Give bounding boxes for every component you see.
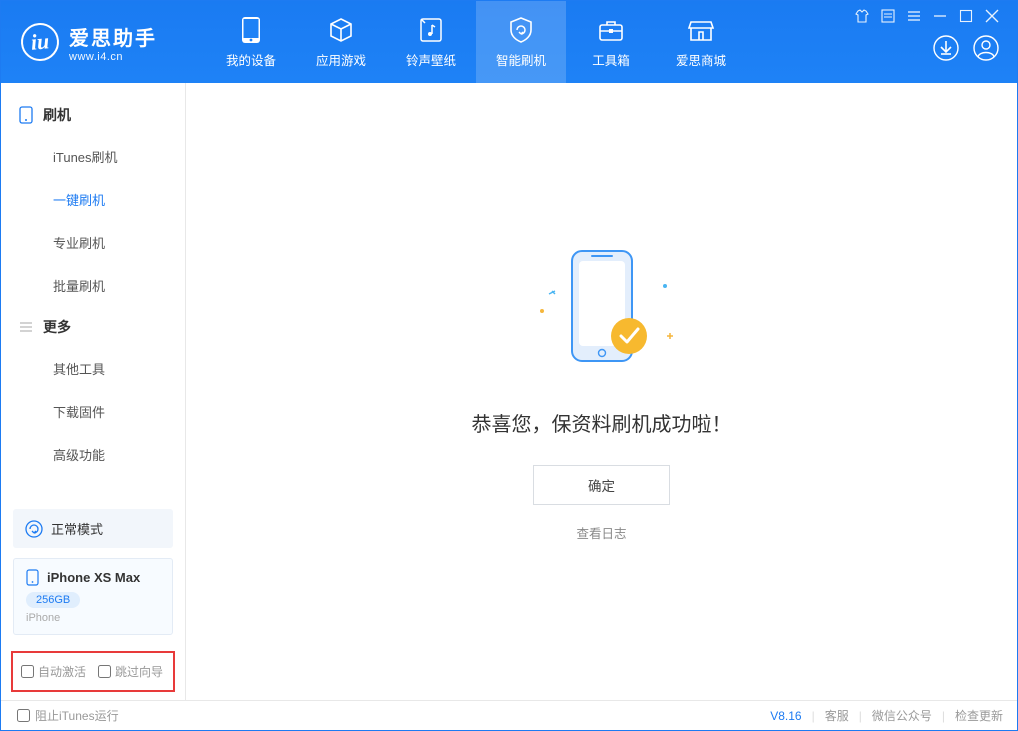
window-controls [855, 9, 999, 23]
nav-label: 爱思商城 [676, 50, 726, 69]
sidebar-item-batch-flash[interactable]: 批量刷机 [1, 264, 185, 307]
app-title: 爱思助手 [69, 22, 157, 51]
success-message: 恭喜您，保资料刷机成功啦！ [472, 408, 732, 437]
store-icon [687, 16, 715, 44]
options-row: 自动激活 跳过向导 [11, 651, 175, 692]
device-capacity: 256GB [26, 592, 80, 608]
user-icon[interactable] [973, 35, 999, 61]
minimize-icon[interactable] [933, 9, 947, 23]
sidebar-item-oneclick-flash[interactable]: 一键刷机 [1, 178, 185, 221]
sidebar-item-advanced[interactable]: 高级功能 [1, 433, 185, 476]
footer-kefu[interactable]: 客服 [825, 707, 849, 724]
auto-activate-checkbox[interactable]: 自动激活 [21, 663, 86, 680]
app-logo-icon: iu [19, 21, 60, 62]
list-lines-icon [19, 320, 33, 334]
list-icon[interactable] [881, 9, 895, 23]
sidebar-item-pro-flash[interactable]: 专业刷机 [1, 221, 185, 264]
ok-button[interactable]: 确定 [533, 465, 670, 505]
app-header: iu 爱思助手 www.i4.cn 我的设备 应用游戏 铃声壁纸 智能刷机 [1, 1, 1017, 83]
nav-apps-games[interactable]: 应用游戏 [296, 1, 386, 83]
mode-label: 正常模式 [51, 519, 103, 538]
nav-smart-flash[interactable]: 智能刷机 [476, 1, 566, 83]
skip-wizard-checkbox[interactable]: 跳过向导 [98, 663, 163, 680]
block-itunes-checkbox[interactable]: 阻止iTunes运行 [17, 707, 119, 724]
toolbox-icon [597, 16, 625, 44]
footer-wechat[interactable]: 微信公众号 [872, 707, 932, 724]
nav-my-device[interactable]: 我的设备 [206, 1, 296, 83]
phone-small-icon [26, 569, 39, 586]
sidebar-item-download-firmware[interactable]: 下载固件 [1, 390, 185, 433]
app-subtitle: www.i4.cn [69, 51, 157, 63]
main-content: 恭喜您，保资料刷机成功啦！ 确定 查看日志 [186, 83, 1017, 700]
nav-label: 工具箱 [592, 50, 630, 69]
nav-label: 铃声壁纸 [406, 50, 456, 69]
logo-block: iu 爱思助手 www.i4.cn [21, 22, 191, 63]
mode-indicator[interactable]: 正常模式 [13, 509, 173, 548]
cube-icon [327, 16, 355, 44]
footer-check-update[interactable]: 检查更新 [955, 707, 1003, 724]
download-icon[interactable] [933, 35, 959, 61]
device-card[interactable]: iPhone XS Max 256GB iPhone [13, 558, 173, 635]
version-label[interactable]: V8.16 [770, 709, 801, 723]
nav-label: 我的设备 [226, 50, 276, 69]
device-icon [242, 16, 260, 44]
phone-icon [19, 106, 33, 124]
nav-label: 智能刷机 [496, 50, 546, 69]
shirt-icon[interactable] [855, 9, 869, 23]
nav-label: 应用游戏 [316, 50, 366, 69]
music-icon [418, 16, 444, 44]
device-name: iPhone XS Max [47, 570, 140, 585]
close-icon[interactable] [985, 9, 999, 23]
maximize-icon[interactable] [959, 9, 973, 23]
menu-icon[interactable] [907, 9, 921, 23]
top-nav: 我的设备 应用游戏 铃声壁纸 智能刷机 工具箱 爱思商城 [206, 1, 855, 83]
sidebar-item-itunes-flash[interactable]: iTunes刷机 [1, 135, 185, 178]
success-illustration [517, 241, 687, 386]
sidebar-section-flash: 刷机 [1, 95, 185, 135]
header-right [855, 1, 999, 83]
shield-refresh-icon [508, 16, 534, 44]
view-log-link[interactable]: 查看日志 [576, 523, 626, 542]
nav-toolbox[interactable]: 工具箱 [566, 1, 656, 83]
sidebar-section-more: 更多 [1, 307, 185, 347]
device-type: iPhone [26, 612, 160, 624]
status-bar: 阻止iTunes运行 V8.16 | 客服 | 微信公众号 | 检查更新 [1, 700, 1017, 730]
nav-ringtone-wallpaper[interactable]: 铃声壁纸 [386, 1, 476, 83]
nav-store[interactable]: 爱思商城 [656, 1, 746, 83]
refresh-icon [25, 520, 43, 538]
sidebar: 刷机 iTunes刷机 一键刷机 专业刷机 批量刷机 更多 其他工具 下载固件 … [1, 83, 186, 700]
sidebar-item-other-tools[interactable]: 其他工具 [1, 347, 185, 390]
